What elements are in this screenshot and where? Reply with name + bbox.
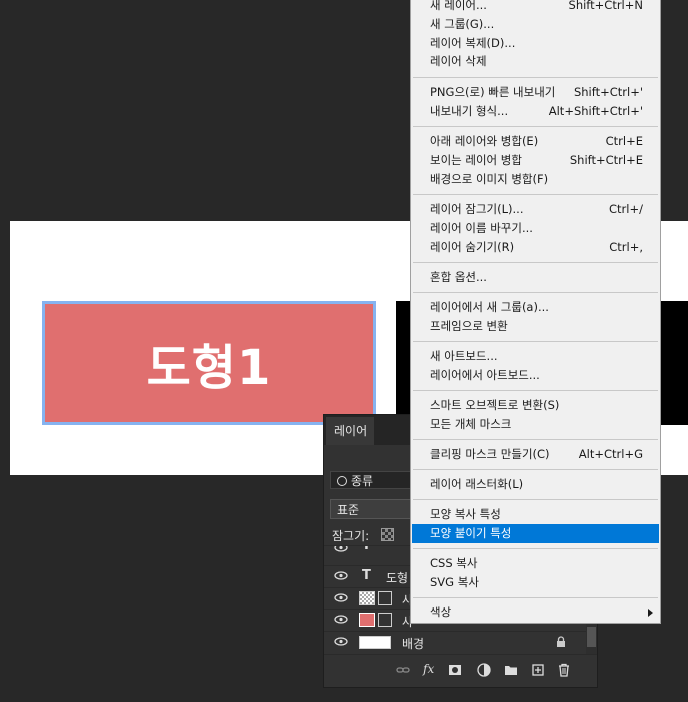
menu-item-flatten-image[interactable]: 배경으로 이미지 병합(F) [412,170,659,189]
menu-separator [413,77,658,78]
menu-separator [413,194,658,195]
add-mask-icon[interactable] [448,663,462,677]
new-layer-icon[interactable] [531,663,545,677]
menu-item-hide-layer[interactable]: 레이어 숨기기(R) Ctrl+, [412,238,659,257]
menu-item-delete-layer[interactable]: 레이어 삭제 [412,52,659,71]
vector-mask-icon [378,591,392,605]
layer-filter-label: 종류 [351,474,374,488]
menu-separator [413,499,658,500]
lock-icon [557,636,565,647]
layer-row[interactable]: 배경 [324,631,586,653]
menu-item-export-as[interactable]: 내보내기 형식... Alt+Shift+Ctrl+' [412,102,659,121]
menu-separator [413,469,658,470]
eye-icon[interactable] [334,593,348,602]
blend-mode-select[interactable]: 표준 [330,499,420,519]
menu-item-rename-layer[interactable]: 레이어 이름 바꾸기... [412,219,659,238]
search-icon [337,476,347,486]
folder-icon[interactable] [504,663,518,677]
menu-item-group-from-layers[interactable]: 레이어에서 새 그룹(a)... [412,298,659,317]
menu-separator [413,341,658,342]
menu-item-convert-smart-object[interactable]: 스마트 오브젝트로 변환(S) [412,396,659,415]
menu-item-convert-to-frame[interactable]: 프레임으로 변환 [412,317,659,336]
menu-item-merge-down[interactable]: 아래 레이어와 병합(E) Ctrl+E [412,132,659,151]
menu-item-copy-svg[interactable]: SVG 복사 [412,573,659,592]
menu-item-create-clipping-mask[interactable]: 클리핑 마스크 만들기(C) Alt+Ctrl+G [412,445,659,464]
menu-item-blending-options[interactable]: 혼합 옵션... [412,268,659,287]
shape-text: 도형1 [146,340,272,396]
layer-name: 도형 [386,571,409,585]
menu-item-mask-all-objects[interactable]: 모든 개체 마스크 [412,415,659,434]
menu-separator [413,126,658,127]
lock-transparent-pixels-icon[interactable] [381,528,394,541]
eye-icon[interactable] [334,637,348,646]
menu-item-lock-layer[interactable]: 레이어 잠그기(L)... Ctrl+/ [412,200,659,219]
menu-item-new-layer[interactable]: 새 레이어... Shift+Ctrl+N [412,0,659,15]
submenu-arrow-icon [648,609,653,617]
menu-separator [413,548,658,549]
menu-item-rasterize-layer[interactable]: 레이어 래스터화(L) [412,475,659,494]
adjustment-layer-icon[interactable] [477,663,491,677]
menu-item-copy-css[interactable]: CSS 복사 [412,554,659,573]
layers-footer: fx [324,654,597,687]
menu-item-copy-shape-attributes[interactable]: 모양 복사 특성 [412,505,659,524]
link-icon[interactable] [396,663,410,677]
menu-item-merge-visible[interactable]: 보이는 레이어 병합 Shift+Ctrl+E [412,151,659,170]
layer-thumbnail [359,613,375,627]
menu-item-new-artboard[interactable]: 새 아트보드... [412,347,659,366]
text-layer-icon: T [362,568,371,583]
menu-separator [413,597,658,598]
text-layer-icon: T [362,545,371,553]
menu-item-artboard-from-layers[interactable]: 레이어에서 아트보드... [412,366,659,385]
menu-separator [413,390,658,391]
layer-thumbnail [359,636,391,649]
menu-item-new-group[interactable]: 새 그룹(G)... [412,15,659,34]
layer-filter-select[interactable]: 종류 [330,471,420,489]
menu-item-quick-export-png[interactable]: PNG으(로) 빠른 내보내기 Shift+Ctrl+' [412,83,659,102]
eye-icon[interactable] [334,615,348,624]
layer-thumbnail [359,591,375,605]
menu-separator [413,262,658,263]
layer-name: 배경 [402,637,425,651]
menu-item-duplicate-layer[interactable]: 레이어 복제(D)... [412,34,659,53]
layer-context-menu: 새 레이어... Shift+Ctrl+N 새 그룹(G)... 레이어 복제(D… [410,0,661,624]
menu-separator [413,439,658,440]
trash-icon[interactable] [557,663,571,677]
fx-icon[interactable]: fx [423,662,437,676]
menu-separator [413,292,658,293]
vector-mask-icon [378,613,392,627]
menu-item-paste-shape-attributes[interactable]: 모양 붙이기 특성 [412,524,659,543]
tab-layers[interactable]: 레이어 [326,417,374,445]
eye-icon[interactable] [334,571,348,580]
eye-icon[interactable] [334,545,348,552]
scrollbar-thumb[interactable] [587,627,596,647]
lock-label: 잠그기: [332,529,370,543]
menu-item-color[interactable]: 색상 [412,603,659,622]
shape-layer-1[interactable]: 도형1 [42,301,376,425]
